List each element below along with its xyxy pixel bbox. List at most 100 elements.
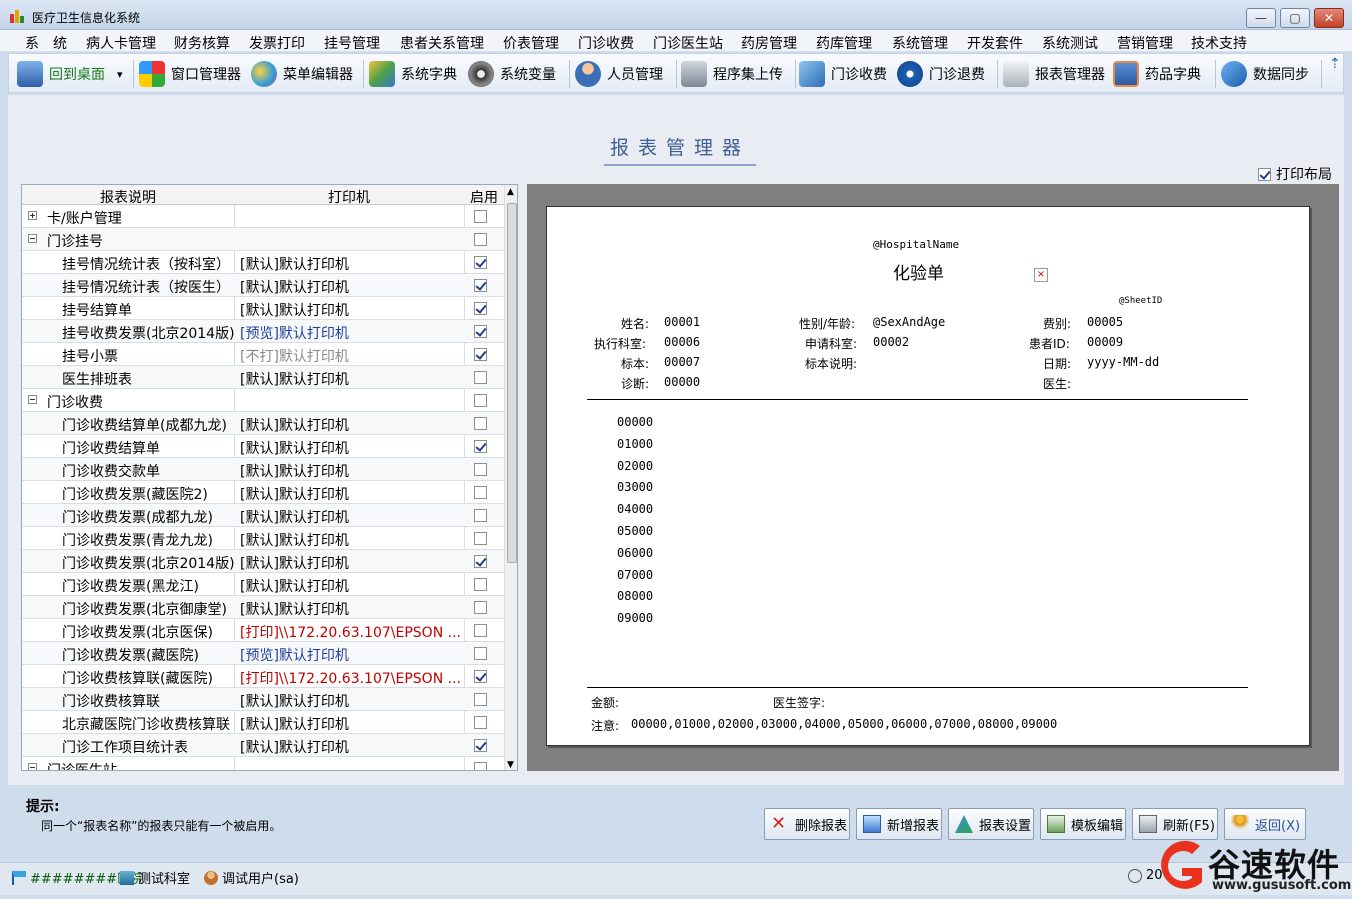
enabled-checkbox[interactable] bbox=[474, 440, 487, 453]
printer-cell[interactable]: [默认]默认打印机 bbox=[240, 277, 464, 297]
enabled-cell[interactable] bbox=[474, 370, 487, 385]
menu-system-test[interactable]: 系统测试 bbox=[1042, 33, 1098, 53]
enabled-cell[interactable] bbox=[474, 738, 487, 753]
enabled-cell[interactable] bbox=[474, 462, 487, 477]
table-row[interactable]: 门诊收费发票(青龙九龙) [默认]默认打印机 bbox=[22, 527, 504, 550]
group-row[interactable]: 门诊挂号 bbox=[22, 228, 504, 251]
enabled-cell[interactable] bbox=[474, 715, 487, 730]
table-row[interactable]: 门诊收费结算单 [默认]默认打印机 bbox=[22, 435, 504, 458]
print-layout-checkbox[interactable] bbox=[1258, 167, 1271, 181]
table-row[interactable]: 门诊工作项目统计表 [默认]默认打印机 bbox=[22, 734, 504, 757]
column-header-printer[interactable]: 打印机 bbox=[234, 187, 464, 207]
menu-dev-kit[interactable]: 开发套件 bbox=[967, 33, 1023, 53]
toolbar-overflow-icon[interactable]: ⇡ bbox=[1329, 56, 1341, 72]
return-button[interactable]: 返回(X) bbox=[1224, 808, 1306, 840]
menu-finance[interactable]: 财务核算 bbox=[174, 33, 230, 53]
enabled-cell[interactable] bbox=[474, 761, 487, 770]
column-header-description[interactable]: 报表说明 bbox=[22, 187, 234, 207]
menu-outpatient-billing[interactable]: 门诊收费 bbox=[578, 33, 634, 53]
menu-system[interactable]: 系 统 bbox=[25, 33, 67, 53]
enabled-cell[interactable] bbox=[474, 347, 487, 362]
outpatient-refund-button[interactable]: 门诊退费 bbox=[897, 59, 985, 89]
printer-cell[interactable]: [默认]默认打印机 bbox=[240, 530, 464, 550]
scroll-up-icon[interactable]: ▲ bbox=[507, 187, 514, 197]
enabled-checkbox[interactable] bbox=[474, 348, 487, 361]
system-variable-button[interactable]: 系统变量 bbox=[468, 59, 556, 89]
table-row[interactable]: 医生排班表 [默认]默认打印机 bbox=[22, 366, 504, 389]
report-settings-button[interactable]: 报表设置 bbox=[948, 808, 1034, 840]
printer-cell[interactable]: [默认]默认打印机 bbox=[240, 415, 464, 435]
table-row[interactable]: 挂号情况统计表（按科室） [默认]默认打印机 bbox=[22, 251, 504, 274]
enabled-checkbox[interactable] bbox=[474, 509, 487, 522]
column-header-enabled[interactable]: 启用 bbox=[464, 187, 504, 207]
table-row[interactable]: 挂号情况统计表（按医生） [默认]默认打印机 bbox=[22, 274, 504, 297]
enabled-checkbox[interactable] bbox=[474, 647, 487, 660]
staff-management-button[interactable]: 人员管理 bbox=[575, 59, 663, 89]
collapse-icon[interactable] bbox=[28, 763, 37, 770]
drug-dictionary-button[interactable]: 药品字典 bbox=[1113, 59, 1201, 89]
printer-cell[interactable]: [默认]默认打印机 bbox=[240, 691, 464, 711]
enabled-cell[interactable] bbox=[474, 554, 487, 569]
printer-cell[interactable]: [默认]默认打印机 bbox=[240, 438, 464, 458]
back-to-desktop-button[interactable]: 回到桌面 ▾ bbox=[17, 59, 123, 89]
menu-system-management[interactable]: 系统管理 bbox=[892, 33, 948, 53]
enabled-checkbox[interactable] bbox=[474, 762, 487, 770]
menu-marketing[interactable]: 营销管理 bbox=[1117, 33, 1173, 53]
menu-patient-card[interactable]: 病人卡管理 bbox=[86, 33, 156, 53]
enabled-checkbox[interactable] bbox=[474, 555, 487, 568]
enabled-cell[interactable] bbox=[474, 577, 487, 592]
enabled-cell[interactable] bbox=[474, 232, 487, 247]
report-manager-button[interactable]: 报表管理器 bbox=[1003, 59, 1105, 89]
enabled-cell[interactable] bbox=[474, 531, 487, 546]
enabled-cell[interactable] bbox=[474, 416, 487, 431]
enabled-cell[interactable] bbox=[474, 600, 487, 615]
table-row[interactable]: 门诊收费发票(成都九龙) [默认]默认打印机 bbox=[22, 504, 504, 527]
enabled-cell[interactable] bbox=[474, 393, 487, 408]
enabled-checkbox[interactable] bbox=[474, 371, 487, 384]
printer-cell[interactable]: [默认]默认打印机 bbox=[240, 599, 464, 619]
enabled-checkbox[interactable] bbox=[474, 302, 487, 315]
table-row[interactable]: 门诊收费发票(北京医保) [打印]\\172.20.63.107\EPSON ..… bbox=[22, 619, 504, 642]
grid-scrollbar[interactable]: ▲ ▼ bbox=[504, 185, 517, 770]
collapse-icon[interactable] bbox=[28, 395, 37, 404]
enabled-cell[interactable] bbox=[474, 301, 487, 316]
template-edit-button[interactable]: 模板编辑 bbox=[1040, 808, 1126, 840]
enabled-checkbox[interactable] bbox=[474, 624, 487, 637]
printer-cell[interactable]: [预览]默认打印机 bbox=[240, 323, 464, 343]
enabled-checkbox[interactable] bbox=[474, 601, 487, 614]
printer-cell[interactable]: [默认]默认打印机 bbox=[240, 369, 464, 389]
enabled-cell[interactable] bbox=[474, 278, 487, 293]
add-report-button[interactable]: 新增报表 bbox=[856, 808, 942, 840]
enabled-checkbox[interactable] bbox=[474, 210, 487, 223]
printer-cell[interactable]: [打印]\\172.20.63.107\EPSON ... bbox=[240, 622, 464, 642]
delete-report-button[interactable]: ✕ 删除报表 bbox=[764, 808, 850, 840]
enabled-checkbox[interactable] bbox=[474, 486, 487, 499]
table-row[interactable]: 门诊收费发票(黑龙江) [默认]默认打印机 bbox=[22, 573, 504, 596]
table-row[interactable]: 门诊收费结算单(成都九龙) [默认]默认打印机 bbox=[22, 412, 504, 435]
enabled-cell[interactable] bbox=[474, 692, 487, 707]
refresh-button[interactable]: 刷新(F5) bbox=[1132, 808, 1218, 840]
enabled-checkbox[interactable] bbox=[474, 256, 487, 269]
scroll-down-icon[interactable]: ▼ bbox=[507, 760, 514, 770]
table-row[interactable]: 挂号小票 [不打]默认打印机 bbox=[22, 343, 504, 366]
expand-icon[interactable] bbox=[28, 211, 37, 220]
printer-cell[interactable]: [默认]默认打印机 bbox=[240, 576, 464, 596]
enabled-checkbox[interactable] bbox=[474, 325, 487, 338]
printer-cell[interactable]: [默认]默认打印机 bbox=[240, 507, 464, 527]
scroll-thumb[interactable] bbox=[507, 203, 517, 563]
menu-registration[interactable]: 挂号管理 bbox=[324, 33, 380, 53]
printer-cell[interactable]: [默认]默认打印机 bbox=[240, 553, 464, 573]
group-row[interactable]: 门诊医生站 bbox=[22, 757, 504, 770]
data-sync-button[interactable]: 数据同步 bbox=[1221, 59, 1309, 89]
printer-cell[interactable]: [默认]默认打印机 bbox=[240, 254, 464, 274]
group-row[interactable]: 门诊收费 bbox=[22, 389, 504, 412]
menu-patient-relation[interactable]: 患者关系管理 bbox=[400, 33, 484, 53]
menu-price-table[interactable]: 价表管理 bbox=[503, 33, 559, 53]
assembly-upload-button[interactable]: 程序集上传 bbox=[681, 59, 783, 89]
printer-cell[interactable]: [打印]\\172.20.63.107\EPSON ... bbox=[240, 668, 464, 688]
enabled-checkbox[interactable] bbox=[474, 279, 487, 292]
printer-cell[interactable]: [默认]默认打印机 bbox=[240, 714, 464, 734]
printer-cell[interactable]: [默认]默认打印机 bbox=[240, 461, 464, 481]
table-row[interactable]: 门诊收费核算联 [默认]默认打印机 bbox=[22, 688, 504, 711]
system-dictionary-button[interactable]: 系统字典 bbox=[369, 59, 457, 89]
